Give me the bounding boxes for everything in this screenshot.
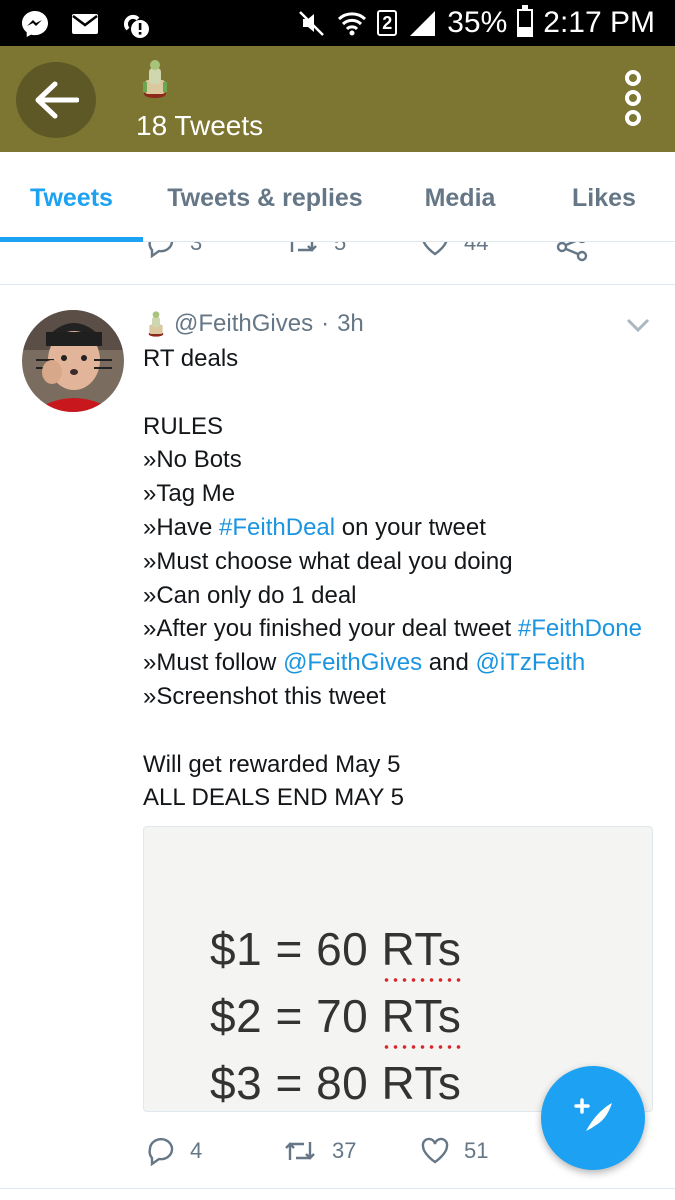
text-line: RT deals [143,345,239,372]
dot-icon [625,110,641,126]
alert-icon [123,14,149,38]
tab-likes[interactable]: Likes [533,152,675,241]
like-count: 44 [464,242,489,255]
mention-link[interactable]: @FeithGives [283,649,422,676]
mute-icon [299,11,325,36]
mention-link[interactable]: @iTzFeith [476,649,586,676]
reply-button[interactable]: 4 [146,1136,202,1166]
deal-price: $3 = 80 [210,1057,382,1109]
deal-unit: RTs [381,990,462,1042]
share-icon [556,242,588,262]
tab-tweets-replies[interactable]: Tweets & replies [143,152,387,241]
battery-percent: 35% [447,6,508,39]
sim-icon: 2 [377,10,398,36]
deal-price: $1 = 60 [210,923,382,975]
divider [0,1188,675,1189]
more-options-button[interactable] [621,70,645,126]
deal-line: $3 = 80 RTs [210,1056,461,1110]
text-line: »Tag Me [143,480,236,508]
like-count: 51 [464,1138,489,1163]
heart-icon [422,242,448,256]
text-line: »No Bots [143,446,242,474]
retweet-icon [285,1142,315,1160]
deal-price: $2 = 70 [210,990,382,1042]
like-button[interactable]: 44 [420,242,488,258]
avatar-photo [22,310,124,412]
text-line: »Screenshot this tweet [143,682,386,710]
clock: 2:17 PM [543,6,655,39]
battery-icon [517,5,534,37]
tweet[interactable]: @FeithGives · 3h RT deals RULES »No Bots… [0,286,675,1191]
dot-icon [625,70,641,86]
user-handle[interactable]: @FeithGives [174,310,313,338]
wifi-icon [338,12,367,36]
dot-icon [625,90,641,106]
text-line: »Must follow [143,649,284,677]
retweet-count: 37 [332,1138,357,1163]
tweet-header: @FeithGives · 3h [146,310,364,338]
deal-line: $1 = 60 RTs [210,922,462,982]
text-line: ALL DEALS END MAY 5 [143,784,404,812]
status-bar: 2 35% 2:17 PM [0,0,675,46]
text-line: »Can only do 1 deal [143,581,357,609]
retweet-button[interactable]: 37 [282,1136,356,1166]
deal-unit: RTs [381,1057,462,1109]
reply-count: 4 [190,1138,203,1163]
text-line: »After you finished your deal tweet [143,615,518,643]
profile-tabs: Tweets Tweets & replies Media Likes [0,152,675,242]
messenger-icon [22,11,48,37]
chevron-down-icon[interactable] [625,316,651,334]
text-line: on your tweet [335,513,486,541]
share-button[interactable] [556,242,588,262]
profile-avatar-icon [143,60,167,98]
like-button[interactable]: 51 [420,1136,488,1166]
text-line: »Have [143,513,220,541]
back-button[interactable] [16,62,96,138]
heart-icon [421,1137,449,1164]
reply-button[interactable]: 3 [146,242,202,258]
reply-icon [148,1138,174,1166]
tab-tweets[interactable]: Tweets [0,152,143,242]
deal-line: $2 = 70 RTs [210,989,462,1049]
reply-count: 3 [190,242,203,255]
hashtag-link[interactable]: #FeithDeal [219,514,335,541]
retweet-count: 5 [334,242,347,255]
text-line: »Must choose what deal you doing [143,547,513,575]
reply-icon [148,242,174,258]
retweet-icon [290,242,317,252]
tweet-text: RT deals RULES »No Bots »Tag Me »Have #F… [143,342,663,815]
separator: · [321,310,330,337]
text-line: and [422,649,476,677]
retweet-button[interactable]: 5 [284,242,346,258]
signal-icon [410,11,436,36]
text-line: Will get rewarded May 5 [143,750,401,778]
profile-header: 18 Tweets [0,46,675,152]
mail-icon [72,14,98,34]
compose-tweet-button[interactable] [541,1066,645,1170]
text-line: RULES [143,412,224,440]
tweet-count-title: 18 Tweets [136,110,264,141]
tab-media[interactable]: Media [387,152,533,241]
previous-tweet-actions: 3 5 44 [0,242,675,285]
tweet-time: 3h [337,310,364,337]
compose-feather-icon [574,1098,612,1135]
arrow-left-icon [35,81,79,119]
user-avatar[interactable] [22,310,124,412]
user-emoji-icon [148,311,164,337]
hashtag-link[interactable]: #FeithDone [518,615,642,642]
deal-unit: RTs [381,923,462,975]
